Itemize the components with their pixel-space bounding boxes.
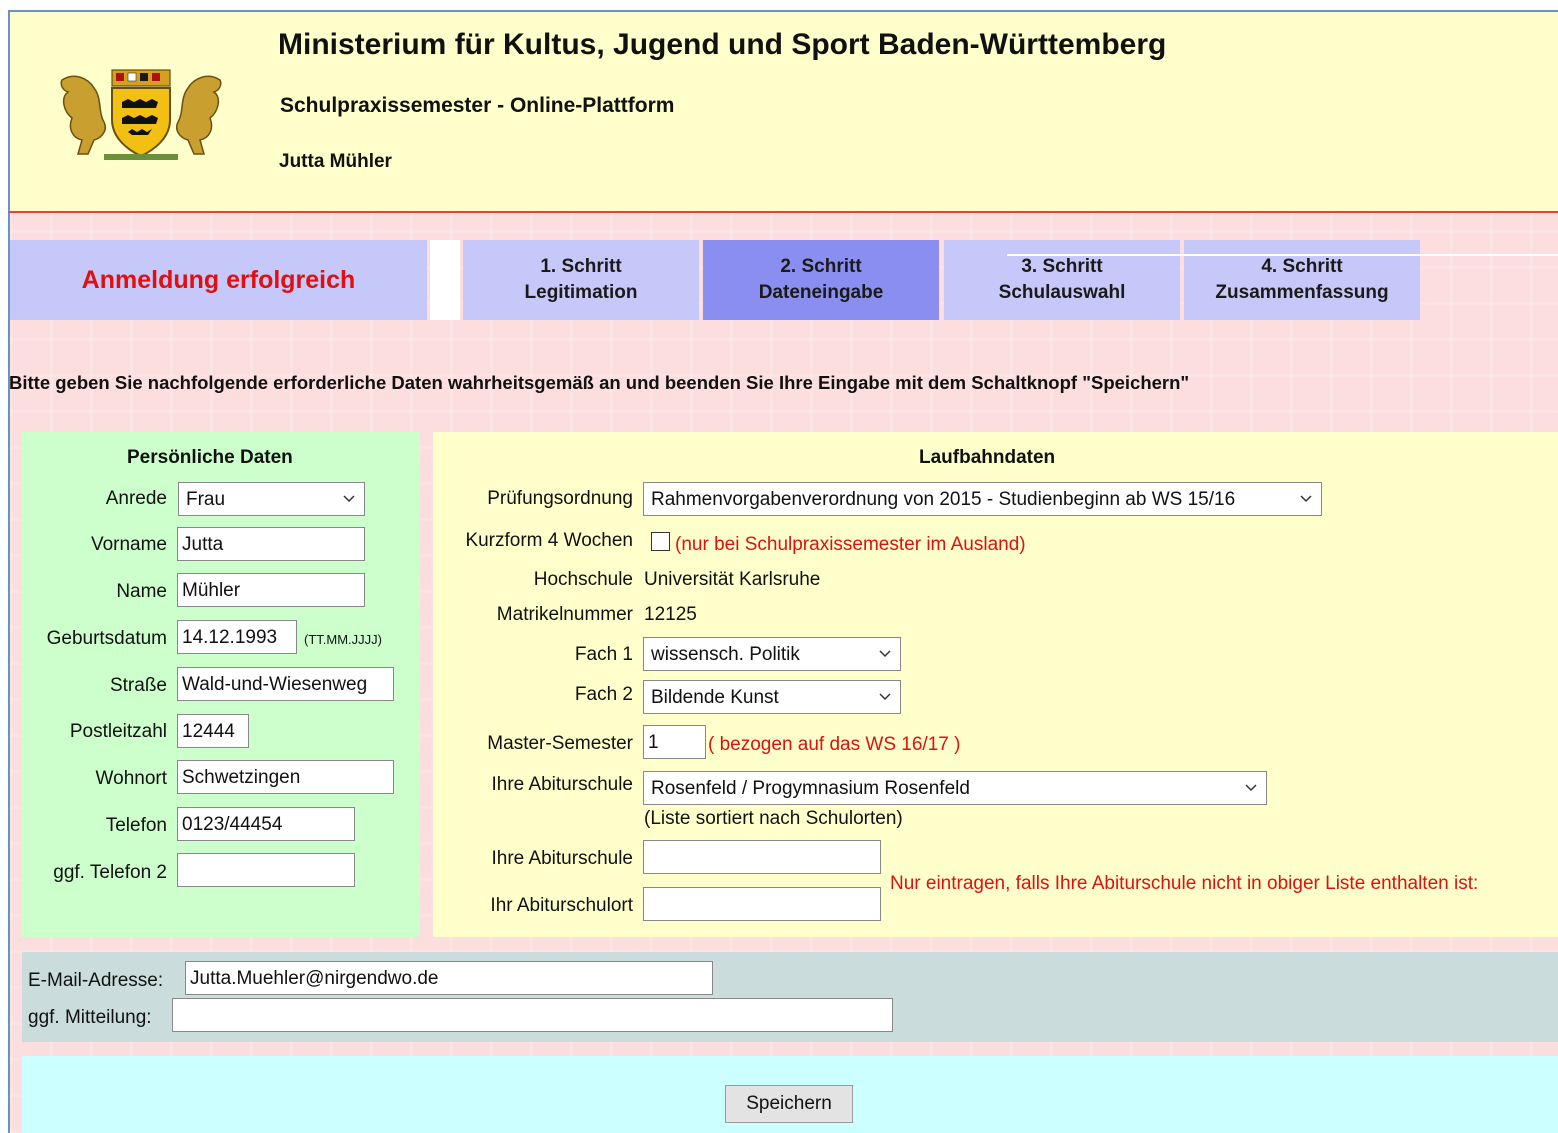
tab-step-4[interactable]: 4. Schritt Zusammenfassung <box>1184 240 1420 320</box>
tab-divider-line <box>1007 254 1558 256</box>
telefon2-input[interactable] <box>177 853 355 887</box>
tab-step-3[interactable]: 3. Schritt Schulauswahl <box>944 240 1180 320</box>
fach1-label: Fach 1 <box>574 644 633 665</box>
vorname-label: Vorname <box>90 534 167 555</box>
page-title: Ministerium für Kultus, Jugend und Sport… <box>278 28 1167 61</box>
chevron-down-icon <box>1300 495 1312 503</box>
name-input[interactable]: Mühler <box>177 573 365 607</box>
postleitzahl-input[interactable]: 12444 <box>177 714 249 748</box>
matrikelnummer-value: 12125 <box>644 604 697 625</box>
abiturschule-manual-label: Ihre Abiturschule <box>491 848 633 869</box>
abiturschule-manual-input[interactable] <box>643 840 881 874</box>
telefon-input[interactable]: 0123/44454 <box>177 807 355 841</box>
pruefungsordnung-value: Rahmenvorgabenverordnung von 2015 - Stud… <box>651 489 1236 510</box>
telefon2-label: ggf. Telefon 2 <box>53 862 167 883</box>
career-data-title: Laufbahndaten <box>919 447 1056 468</box>
geburtsdatum-input[interactable]: 14.12.1993 <box>177 620 297 654</box>
tab-step-3-number: 3. Schritt <box>1021 256 1103 277</box>
master-semester-label: Master-Semester <box>487 733 633 754</box>
postleitzahl-label: Postleitzahl <box>69 721 167 742</box>
strasse-label: Straße <box>109 675 167 696</box>
telefon-label: Telefon <box>105 815 167 836</box>
anrede-label: Anrede <box>105 488 167 509</box>
name-label: Name <box>116 581 167 602</box>
tab-step-2-label: Dateneingabe <box>758 282 884 303</box>
tab-step-4-label: Zusammenfassung <box>1215 282 1389 303</box>
status-tab: Anmeldung erfolgreich <box>10 240 427 320</box>
anrede-value: Frau <box>186 489 226 510</box>
tab-spacer <box>430 240 460 320</box>
kurzform-label: Kurzform 4 Wochen <box>465 530 633 551</box>
save-button[interactable]: Speichern <box>725 1085 853 1123</box>
tab-step-1[interactable]: 1. Schritt Legitimation <box>463 240 699 320</box>
email-label: E-Mail-Adresse: <box>28 970 164 991</box>
abiturschule-label: Ihre Abiturschule <box>491 774 633 795</box>
abiturschule-list-hint: (Liste sortiert nach Schulorten) <box>644 808 903 829</box>
matrikelnummer-label: Matrikelnummer <box>496 604 633 625</box>
tab-step-4-number: 4. Schritt <box>1261 256 1343 277</box>
email-input[interactable]: Jutta.Muehler@nirgendwo.de <box>185 961 713 995</box>
user-name: Jutta Mühler <box>279 151 392 172</box>
chevron-down-icon <box>879 650 891 658</box>
anrede-select[interactable]: Frau <box>178 482 365 516</box>
hochschule-value: Universität Karlsruhe <box>644 569 821 590</box>
fach1-value: wissensch. Politik <box>651 644 800 665</box>
chevron-down-icon <box>1245 784 1257 792</box>
page-header: Ministerium für Kultus, Jugend und Sport… <box>8 10 1558 213</box>
instruction-text: Bitte geben Sie nachfolgende erforderlic… <box>9 372 1190 393</box>
fach2-value: Bildende Kunst <box>651 687 779 708</box>
fach2-select[interactable]: Bildende Kunst <box>643 680 901 714</box>
pruefungsordnung-select[interactable]: Rahmenvorgabenverordnung von 2015 - Stud… <box>643 482 1322 516</box>
abiturschule-value: Rosenfeld / Progymnasium Rosenfeld <box>651 778 970 799</box>
kurzform-note: (nur bei Schulpraxissemester im Ausland) <box>675 534 1026 555</box>
tab-step-2-number: 2. Schritt <box>780 256 862 277</box>
wohnort-label: Wohnort <box>95 768 167 789</box>
pruefungsordnung-label: Prüfungsordnung <box>487 488 633 509</box>
wohnort-input[interactable]: Schwetzingen <box>177 760 394 794</box>
fach1-select[interactable]: wissensch. Politik <box>643 637 901 671</box>
tab-step-3-label: Schulauswahl <box>998 282 1126 303</box>
fach2-label: Fach 2 <box>574 684 633 705</box>
personal-data-title: Persönliche Daten <box>127 447 293 468</box>
tab-step-1-label: Legitimation <box>524 282 638 303</box>
tab-step-1-number: 1. Schritt <box>540 256 622 277</box>
coat-of-arms-logo <box>60 69 222 160</box>
tab-step-2[interactable]: 2. Schritt Dateneingabe <box>703 240 939 320</box>
vorname-input[interactable]: Jutta <box>177 527 365 561</box>
mitteilung-label: ggf. Mitteilung: <box>28 1007 152 1028</box>
geburtsdatum-format-hint: (TT.MM.JJJJ) <box>304 632 382 647</box>
abiturschulort-label: Ihr Abiturschulort <box>490 895 633 916</box>
master-semester-note: ( bezogen auf das WS 16/17 ) <box>708 734 961 755</box>
strasse-input[interactable]: Wald-und-Wiesenweg <box>177 667 394 701</box>
abiturschule-select[interactable]: Rosenfeld / Progymnasium Rosenfeld <box>643 771 1267 805</box>
abiturschulort-input[interactable] <box>643 887 881 921</box>
mitteilung-input[interactable] <box>172 998 893 1032</box>
chevron-down-icon <box>879 693 891 701</box>
geburtsdatum-label: Geburtsdatum <box>46 628 167 649</box>
master-semester-input[interactable]: 1 <box>643 725 706 759</box>
chevron-down-icon <box>343 495 355 503</box>
page-subtitle: Schulpraxissemester - Online-Plattform <box>280 94 675 117</box>
abiturschule-manual-note: Nur eintragen, falls Ihre Abiturschule n… <box>890 873 1479 894</box>
hochschule-label: Hochschule <box>533 569 633 590</box>
status-text: Anmeldung erfolgreich <box>81 265 356 294</box>
kurzform-checkbox[interactable] <box>651 532 670 551</box>
